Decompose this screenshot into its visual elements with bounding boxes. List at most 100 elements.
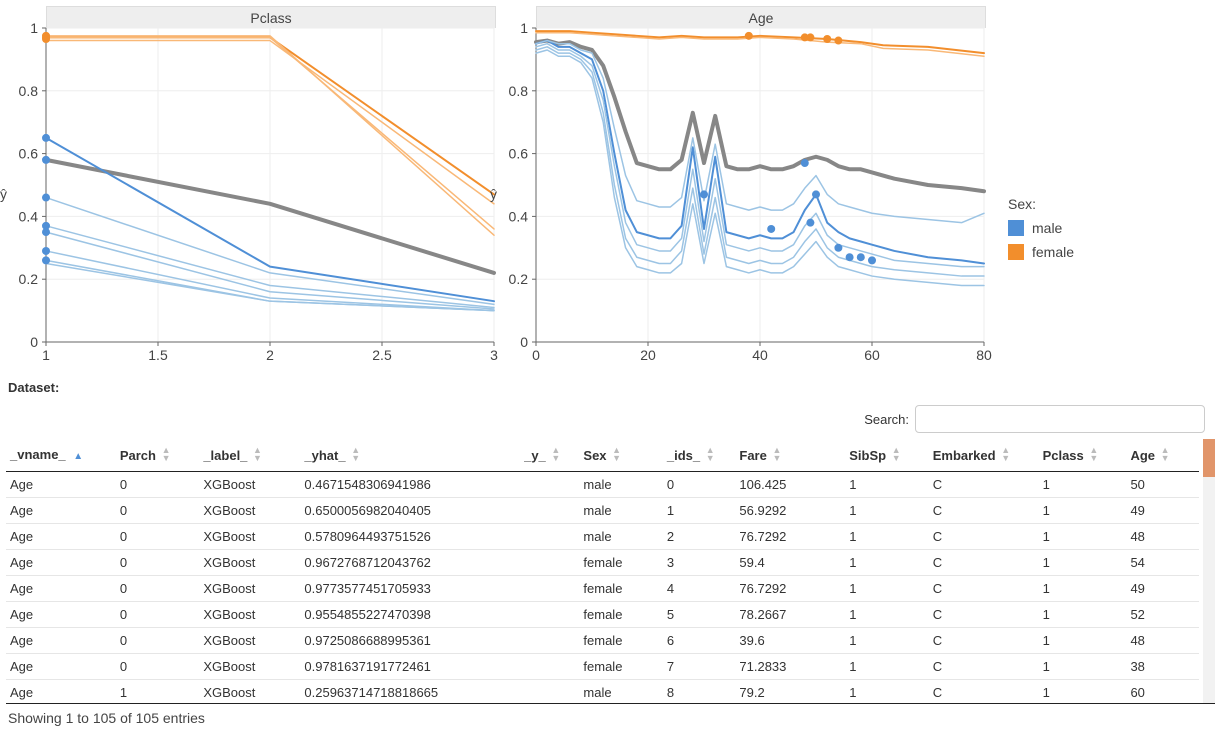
sort-both-icon: ▲▼ [551, 446, 559, 462]
cell: 0 [116, 576, 199, 602]
cell: 1 [1039, 628, 1127, 654]
chart-svg: 00.20.40.60.81020406080 [496, 6, 986, 366]
cell: male [579, 680, 662, 705]
cell: 48 [1126, 524, 1199, 550]
cell: 4 [663, 576, 736, 602]
column-header-SibSp[interactable]: SibSp ▲▼ [845, 439, 928, 472]
column-header-label[interactable]: _label_ ▲▼ [199, 439, 300, 472]
table-row[interactable]: Age0XGBoost0.9773577451705933female476.7… [6, 576, 1199, 602]
table-row[interactable]: Age0XGBoost0.9672768712043762female359.4… [6, 550, 1199, 576]
cell: 1 [845, 524, 928, 550]
chart-panel-pclass: Pclass 00.20.40.60.8111.522.53ŷ [6, 6, 496, 366]
search-label: Search: [864, 412, 909, 427]
cell: 0.6500056982040405 [300, 498, 520, 524]
sort-both-icon: ▲▼ [351, 446, 359, 462]
table-row[interactable]: Age0XGBoost0.9725086688995361female639.6… [6, 628, 1199, 654]
table-row[interactable]: Age0XGBoost0.6500056982040405male156.929… [6, 498, 1199, 524]
cell: 76.7292 [735, 524, 845, 550]
cell: male [579, 524, 662, 550]
svg-text:0.8: 0.8 [19, 83, 39, 99]
svg-text:1: 1 [520, 20, 528, 36]
svg-text:0: 0 [532, 347, 540, 363]
cell: XGBoost [199, 576, 300, 602]
cell: 1 [1039, 550, 1127, 576]
svg-text:1: 1 [30, 20, 38, 36]
legend-label: female [1032, 244, 1074, 260]
search-input[interactable] [915, 405, 1205, 433]
cell: 0 [116, 524, 199, 550]
legend-item-female[interactable]: female [1008, 244, 1074, 260]
cell: 0 [116, 654, 199, 680]
table-row[interactable]: Age0XGBoost0.4671548306941986male0106.42… [6, 472, 1199, 498]
sort-both-icon: ▲▼ [1161, 446, 1169, 462]
table-row[interactable]: Age0XGBoost0.9781637191772461female771.2… [6, 654, 1199, 680]
table-row[interactable]: Age1XGBoost0.25963714718818665male879.21… [6, 680, 1199, 705]
svg-text:60: 60 [864, 347, 880, 363]
cell: 0 [116, 550, 199, 576]
cell: Age [6, 498, 116, 524]
table-container: _vname_ ▲Parch ▲▼_label_ ▲▼_yhat_ ▲▼_y_ … [6, 439, 1215, 704]
sort-both-icon: ▲▼ [612, 446, 620, 462]
cell: C [929, 654, 1039, 680]
column-header-ids[interactable]: _ids_ ▲▼ [663, 439, 736, 472]
cell: 0.9725086688995361 [300, 628, 520, 654]
table-scrollbar-thumb[interactable] [1203, 439, 1215, 477]
cell: female [579, 550, 662, 576]
table-row[interactable]: Age0XGBoost0.5780964493751526male276.729… [6, 524, 1199, 550]
cell: 52 [1126, 602, 1199, 628]
sort-both-icon: ▲▼ [1001, 446, 1009, 462]
cell: 1 [1039, 524, 1127, 550]
table-info-text: Showing 1 to 105 of 105 entries [6, 704, 1215, 726]
cell: 1 [845, 680, 928, 705]
cell: 1 [663, 498, 736, 524]
cell: 1 [845, 498, 928, 524]
cell: Age [6, 524, 116, 550]
svg-text:40: 40 [752, 347, 768, 363]
cell: 1 [1039, 472, 1127, 498]
cell: 7 [663, 654, 736, 680]
cell: Age [6, 576, 116, 602]
column-header-Embarked[interactable]: Embarked ▲▼ [929, 439, 1039, 472]
cell: 0.25963714718818665 [300, 680, 520, 705]
cell: 54 [1126, 550, 1199, 576]
cell [520, 498, 579, 524]
svg-text:80: 80 [976, 347, 992, 363]
search-row: Search: [6, 401, 1215, 439]
cell: Age [6, 602, 116, 628]
cell: Age [6, 472, 116, 498]
y-axis-label: ŷ [0, 186, 7, 202]
cell: 0.9672768712043762 [300, 550, 520, 576]
svg-text:0.2: 0.2 [19, 271, 39, 287]
column-header-Pclass[interactable]: Pclass ▲▼ [1039, 439, 1127, 472]
column-header-Sex[interactable]: Sex ▲▼ [579, 439, 662, 472]
cell: XGBoost [199, 628, 300, 654]
column-header-Fare[interactable]: Fare ▲▼ [735, 439, 845, 472]
table-scrollbar[interactable] [1203, 439, 1215, 703]
cell: 0 [116, 602, 199, 628]
column-header-vname[interactable]: _vname_ ▲ [6, 439, 116, 472]
column-header-yhat[interactable]: _yhat_ ▲▼ [300, 439, 520, 472]
cell: XGBoost [199, 654, 300, 680]
cell: 0 [116, 472, 199, 498]
cell: 0 [663, 472, 736, 498]
cell: Age [6, 550, 116, 576]
column-header-y[interactable]: _y_ ▲▼ [520, 439, 579, 472]
sort-asc-icon: ▲ [73, 451, 83, 462]
cell: XGBoost [199, 524, 300, 550]
svg-text:0: 0 [520, 334, 528, 350]
cell: female [579, 654, 662, 680]
legend-item-male[interactable]: male [1008, 220, 1074, 236]
cell: male [579, 472, 662, 498]
cell [520, 680, 579, 705]
svg-text:0: 0 [30, 334, 38, 350]
svg-text:1: 1 [42, 347, 50, 363]
cell: 79.2 [735, 680, 845, 705]
column-header-Age[interactable]: Age ▲▼ [1126, 439, 1199, 472]
table-row[interactable]: Age0XGBoost0.9554855227470398female578.2… [6, 602, 1199, 628]
cell: XGBoost [199, 498, 300, 524]
svg-text:1.5: 1.5 [148, 347, 168, 363]
svg-text:0.4: 0.4 [19, 208, 39, 224]
cell: 76.7292 [735, 576, 845, 602]
cell: 106.425 [735, 472, 845, 498]
column-header-Parch[interactable]: Parch ▲▼ [116, 439, 199, 472]
